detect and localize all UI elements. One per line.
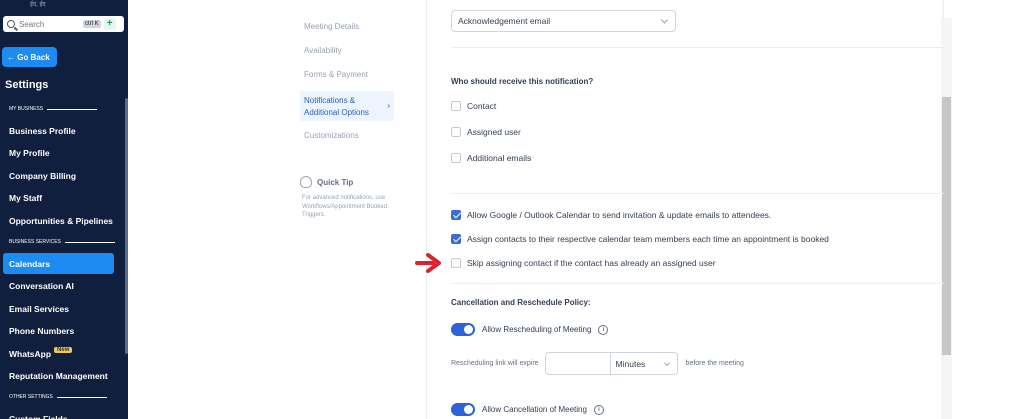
skip-assigning-checkbox[interactable]: [451, 258, 461, 268]
chevron-down-icon: [663, 359, 670, 366]
search-input[interactable]: [19, 19, 79, 29]
checkbox-label: Additional emails: [467, 153, 532, 163]
quick-add-icon[interactable]: +: [103, 18, 116, 30]
tab-forms-payment[interactable]: Forms & Payment: [300, 66, 394, 83]
sidebar-item-label: WhatsApp: [9, 348, 52, 359]
tab-label: Notifications & Additional Options: [304, 96, 369, 117]
section-other-settings: OTHER SETTINGS: [9, 394, 107, 400]
sidebar-item-conversation-ai[interactable]: Conversation AI: [3, 275, 114, 296]
allow-reschedule-label: Allow Rescheduling of Meeting: [482, 325, 592, 334]
go-back-button[interactable]: ← Go Back: [2, 47, 57, 67]
reschedule-expiry-input[interactable]: [544, 352, 611, 375]
calendar-invites-checkbox[interactable]: [451, 210, 461, 220]
assigned-user-checkbox[interactable]: [451, 127, 461, 137]
panel-scrollbar[interactable]: [942, 97, 951, 355]
email-template-value: Acknowledgement email: [458, 16, 551, 26]
allow-reschedule-toggle[interactable]: [451, 323, 475, 336]
allow-cancel-row: Allow Cancellation of Meeting i: [451, 403, 604, 416]
sidebar-item-my-profile[interactable]: My Profile: [3, 142, 114, 163]
reschedule-unit-value: Minutes: [615, 358, 646, 369]
option-assign-contacts[interactable]: Assign contacts to their respective cale…: [451, 234, 829, 244]
sidebar-item-whatsapp[interactable]: WhatsApp New: [3, 343, 114, 364]
sidebar-item-reputation[interactable]: Reputation Management: [3, 365, 114, 386]
tab-customizations[interactable]: Customizations: [300, 127, 394, 144]
tab-notifications[interactable]: Notifications & Additional Options ›: [300, 91, 394, 121]
quick-tip-text: For advanced notifications, use Workflow…: [302, 195, 387, 218]
sidebar-item-calendars[interactable]: Calendars: [3, 253, 114, 274]
new-badge: New: [54, 346, 73, 353]
tab-availability[interactable]: Availability: [300, 42, 394, 59]
divider: [451, 193, 944, 194]
settings-sidebar: ईद, ईद ctrl K + ← Go Back Settings MY BU…: [0, 0, 128, 419]
email-template-select[interactable]: Acknowledgement email: [451, 10, 676, 32]
reschedule-expire-label: Rescheduling link will expire: [451, 360, 539, 367]
allow-cancel-label: Allow Cancellation of Meeting: [482, 405, 587, 414]
sidebar-item-my-staff[interactable]: My Staff: [3, 187, 114, 208]
contact-checkbox[interactable]: [451, 101, 461, 111]
option-skip-assigning[interactable]: Skip assigning contact if the contact ha…: [451, 258, 716, 268]
checkbox-label: Assigned user: [467, 127, 521, 137]
reschedule-unit-select[interactable]: Minutes: [610, 352, 678, 375]
reschedule-expiry-row: Rescheduling link will expire Minutes be…: [451, 352, 744, 375]
checkbox-label: Allow Google / Outlook Calendar to send …: [467, 210, 772, 220]
sidebar-title: Settings: [5, 79, 49, 91]
sidebar-item-email-services[interactable]: Email Services: [3, 298, 114, 319]
quick-tip-title: Quick Tip: [317, 177, 354, 187]
red-arrow-icon: [415, 253, 441, 273]
recipients-heading: Who should receive this notification?: [451, 77, 594, 86]
allow-reschedule-row: Allow Rescheduling of Meeting i: [451, 323, 609, 336]
sidebar-top-text: ईद, ईद: [30, 2, 46, 8]
quick-tip-header: Quick Tip: [300, 176, 353, 188]
option-calendar-invites[interactable]: Allow Google / Outlook Calendar to send …: [451, 210, 771, 220]
info-icon[interactable]: i: [598, 324, 609, 335]
chevron-down-icon: [660, 16, 669, 24]
allow-cancel-toggle[interactable]: [451, 403, 475, 416]
sidebar-item-custom-fields[interactable]: Custom Fields: [3, 408, 114, 419]
sidebar-item-opportunities[interactable]: Opportunities & Pipelines: [3, 210, 114, 231]
lightbulb-icon: [300, 176, 312, 188]
assign-contacts-checkbox[interactable]: [451, 234, 461, 244]
sidebar-scrollbar[interactable]: [125, 98, 128, 354]
reschedule-suffix: before the meeting: [685, 360, 744, 367]
checkbox-label: Assign contacts to their respective cale…: [467, 234, 829, 244]
recipient-assigned-user[interactable]: Assigned user: [451, 127, 521, 137]
divider: [451, 283, 944, 284]
additional-emails-checkbox[interactable]: [451, 153, 461, 163]
sidebar-item-business-profile[interactable]: Business Profile: [3, 120, 114, 141]
section-business-services: BUSINESS SERVICES: [9, 239, 115, 245]
search-box[interactable]: ctrl K +: [3, 16, 124, 32]
checkbox-label: Contact: [467, 101, 497, 111]
tab-meeting-details[interactable]: Meeting Details: [300, 18, 394, 35]
chevron-right-icon: ›: [387, 101, 390, 110]
search-shortcut: ctrl K: [83, 20, 101, 28]
section-my-business: MY BUSINESS: [9, 106, 98, 112]
info-icon[interactable]: i: [593, 404, 604, 415]
sidebar-item-company-billing[interactable]: Company Billing: [3, 165, 114, 186]
checkbox-label: Skip assigning contact if the contact ha…: [467, 258, 716, 268]
divider: [451, 47, 944, 48]
recipient-contact[interactable]: Contact: [451, 101, 496, 111]
recipient-additional-emails[interactable]: Additional emails: [451, 153, 531, 163]
policy-heading: Cancellation and Reschedule Policy:: [451, 298, 591, 307]
sidebar-item-phone-numbers[interactable]: Phone Numbers: [3, 320, 114, 341]
search-icon: [7, 20, 15, 28]
